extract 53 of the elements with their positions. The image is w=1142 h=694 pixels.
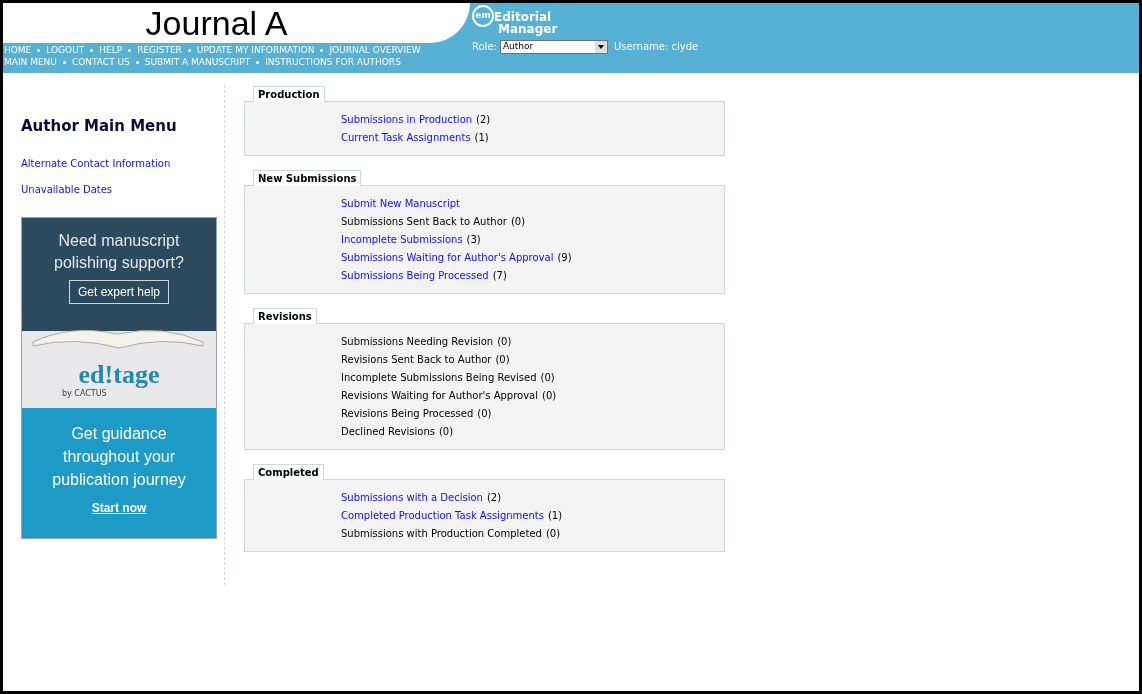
menu-text: Submissions Needing Revision xyxy=(341,335,494,349)
count: (7) xyxy=(492,269,507,283)
bullet-icon xyxy=(37,49,41,52)
role-select[interactable]: Author xyxy=(499,39,608,54)
menu-link[interactable]: Submissions Waiting for Author's Approval xyxy=(341,251,554,265)
menu-link[interactable]: Incomplete Submissions xyxy=(341,233,463,247)
menu-link[interactable]: Submissions in Production xyxy=(341,113,473,127)
menu-link[interactable]: Completed Production Task Assignments xyxy=(341,509,544,523)
expert-help-button[interactable]: Get expert help xyxy=(68,279,170,304)
count: (0) xyxy=(438,425,454,439)
menu-text: Submissions with Production Completed xyxy=(341,527,542,541)
journal-title: Journal A xyxy=(145,6,288,40)
bullet-icon xyxy=(128,49,132,52)
menu-link[interactable]: Current Task Assignments xyxy=(341,131,471,145)
bullet-icon xyxy=(256,61,260,64)
editorial-manager-logo: em Editorial Manager xyxy=(472,5,699,35)
role-label: Role: xyxy=(472,40,497,54)
count: (0) xyxy=(545,527,561,541)
ad-headline: Need manuscript polishing support? xyxy=(53,230,185,273)
count: (1) xyxy=(474,131,489,145)
menu-title: Author Main Menu xyxy=(21,116,178,137)
bullet-icon xyxy=(187,49,191,52)
count: (0) xyxy=(542,389,557,403)
menu-text: Submissions Sent Back to Author xyxy=(341,215,507,229)
count: (2) xyxy=(476,113,491,127)
brand-subtitle: by CACTUS xyxy=(62,388,107,400)
menu-link[interactable]: Submit New Manuscript xyxy=(341,197,460,211)
ad-banner[interactable]: Need manuscript polishing support? Get expert help ed!tage by CACTUS Get guidance throughout your publication journey Start now xyxy=(21,216,217,539)
count: (0) xyxy=(540,371,555,385)
count: (0) xyxy=(477,407,492,421)
count: (0) xyxy=(510,215,526,229)
count: (3) xyxy=(466,233,481,247)
bullet-icon xyxy=(90,49,94,52)
ad-tagline: Get guidance throughout your publication journey xyxy=(51,423,187,490)
menu-link[interactable]: Submissions Being Processed xyxy=(341,269,489,283)
bullet-icon xyxy=(320,49,324,52)
menu-text: Revisions Being Processed xyxy=(341,407,474,421)
menu-text: Revisions Waiting for Author's Approval xyxy=(341,389,538,403)
count: (0) xyxy=(497,335,512,349)
count: (9) xyxy=(557,251,572,265)
count: (0) xyxy=(495,353,510,367)
brand-logo: ed!tage xyxy=(78,361,160,388)
menu-text: Incomplete Submissions Being Revised xyxy=(341,371,537,385)
count: (1) xyxy=(547,509,563,523)
count: (2) xyxy=(486,491,502,505)
sidebar-link[interactable]: Unavailable Dates xyxy=(21,181,218,197)
username: Username: clyde xyxy=(613,40,699,54)
sidebar-link[interactable]: Alternate Contact Information xyxy=(21,155,218,171)
bullet-icon xyxy=(62,61,66,64)
menu-text: Revisions Sent Back to Author xyxy=(341,353,492,367)
bullet-icon xyxy=(135,61,139,64)
menu-link[interactable]: Submissions with a Decision xyxy=(341,491,483,505)
menu-text: Declined Revisions xyxy=(341,425,435,439)
